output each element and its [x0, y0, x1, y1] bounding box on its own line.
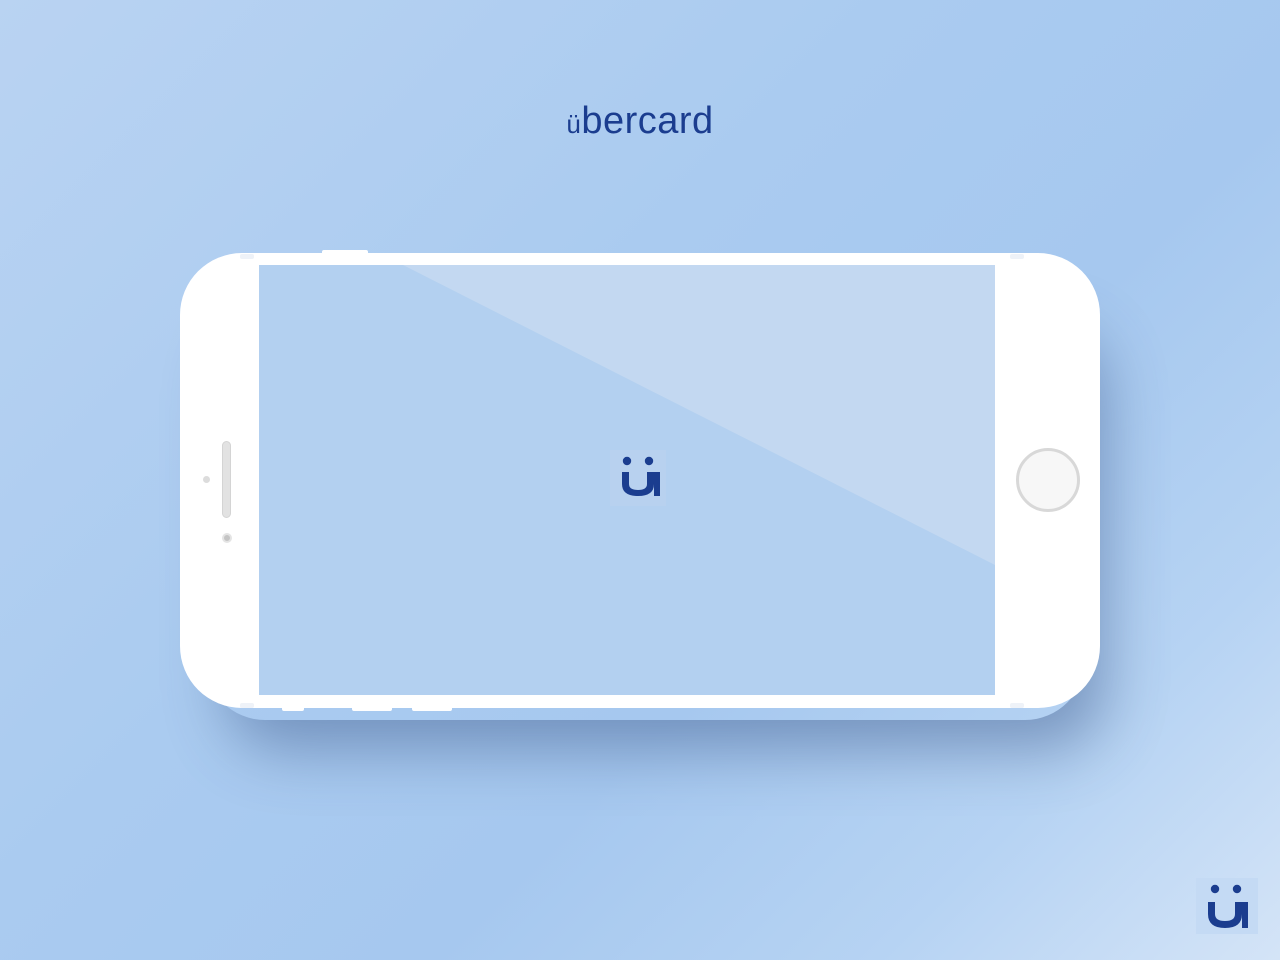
- volume-down-button: [412, 706, 452, 711]
- brand-wordmark: übercard: [0, 100, 1280, 143]
- antenna-line: [240, 254, 254, 259]
- antenna-line: [1010, 703, 1024, 708]
- proximity-sensor: [203, 476, 210, 483]
- corner-logo-icon: [1196, 878, 1258, 934]
- earpiece-speaker: [222, 441, 231, 518]
- wordmark-rest: bercard: [581, 100, 714, 142]
- antenna-line: [240, 703, 254, 708]
- wordmark-prefix: ü: [566, 109, 582, 139]
- volume-up-button: [352, 706, 392, 711]
- front-camera: [222, 533, 232, 543]
- power-button: [322, 250, 368, 256]
- mute-switch: [282, 706, 304, 711]
- antenna-line: [1010, 254, 1024, 259]
- home-button[interactable]: [1016, 448, 1080, 512]
- ubercard-logo-icon: [610, 450, 666, 506]
